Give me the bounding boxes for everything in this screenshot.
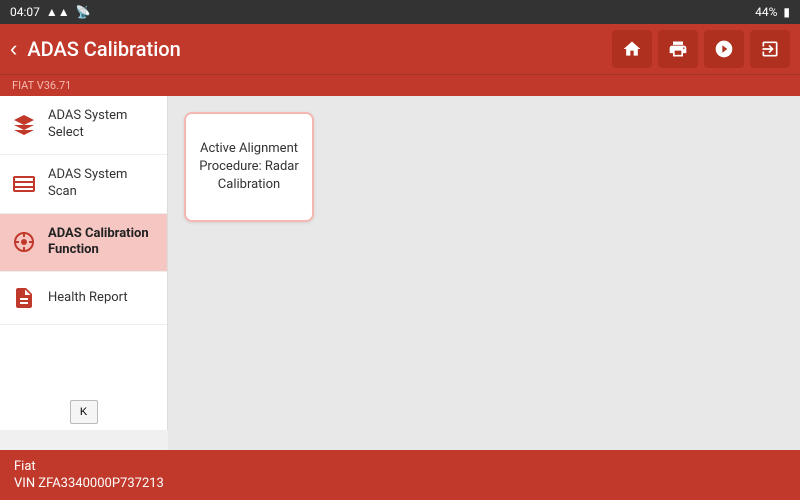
adas-icon	[714, 39, 734, 59]
sidebar-item-health-report[interactable]: Health Report	[0, 272, 167, 325]
version-label: FIAT V36.71	[12, 79, 71, 92]
footer-info: Fiat VIN ZFA3340000P737213	[14, 459, 164, 491]
footer-make: Fiat	[14, 459, 164, 474]
battery-icon: ▮	[783, 5, 790, 19]
sidebar-item-adas-calibration-function[interactable]: ADAS Calibration Function	[0, 214, 167, 273]
calibration-icon	[12, 230, 36, 254]
home-button[interactable]	[612, 30, 652, 68]
health-report-icon	[12, 286, 36, 310]
battery-display: 44%	[755, 5, 777, 19]
home-icon	[622, 39, 642, 59]
status-right: 44% ▮	[755, 5, 790, 19]
exit-button[interactable]	[750, 30, 790, 68]
page-title: ADAS Calibration	[27, 37, 180, 61]
system-scan-icon	[12, 172, 36, 196]
sidebar-item-adas-system-select-label: ADAS System Select	[48, 108, 157, 142]
sidebar-spacer	[0, 325, 167, 394]
sidebar-item-adas-calibration-function-label: ADAS Calibration Function	[48, 226, 157, 260]
back-button[interactable]: ‹	[10, 38, 17, 60]
sidebar-item-adas-system-scan-label: ADAS System Scan	[48, 167, 157, 201]
time-display: 04:07	[10, 5, 40, 19]
title-bar-left: ‹ ADAS Calibration	[10, 37, 181, 61]
print-button[interactable]	[658, 30, 698, 68]
print-icon	[668, 39, 688, 59]
system-select-icon	[12, 113, 36, 137]
collapse-btn-container: K	[0, 394, 167, 430]
active-alignment-label: Active Alignment Procedure: Radar Calibr…	[196, 140, 302, 195]
collapse-label: K	[80, 406, 87, 418]
health-report-icon-box	[10, 284, 38, 312]
footer-bar: Fiat VIN ZFA3340000P737213	[0, 450, 800, 500]
main-content: ADAS System Select ADAS System Scan	[0, 96, 800, 500]
sidebar-item-adas-system-scan[interactable]: ADAS System Scan	[0, 155, 167, 214]
footer-vin: VIN ZFA3340000P737213	[14, 476, 164, 491]
exit-icon	[760, 39, 780, 59]
title-bar-right	[612, 30, 790, 68]
signal-icon: 📡	[76, 5, 91, 19]
status-bar: 04:07 ▲▲ 📡 44% ▮	[0, 0, 800, 24]
adas-system-scan-icon-box	[10, 170, 38, 198]
adas-calibration-icon-box	[10, 228, 38, 256]
content-area: Active Alignment Procedure: Radar Calibr…	[168, 96, 800, 500]
title-bar: ‹ ADAS Calibration	[0, 24, 800, 74]
sidebar-item-adas-system-select[interactable]: ADAS System Select	[0, 96, 167, 155]
wifi-icon: ▲▲	[46, 5, 70, 19]
status-left: 04:07 ▲▲ 📡	[10, 5, 91, 19]
version-bar: FIAT V36.71	[0, 74, 800, 96]
sidebar-item-health-report-label: Health Report	[48, 290, 128, 307]
adas-button[interactable]	[704, 30, 744, 68]
collapse-button[interactable]: K	[70, 400, 98, 424]
active-alignment-card[interactable]: Active Alignment Procedure: Radar Calibr…	[184, 112, 314, 222]
sidebar: ADAS System Select ADAS System Scan	[0, 96, 168, 430]
adas-system-select-icon-box	[10, 111, 38, 139]
